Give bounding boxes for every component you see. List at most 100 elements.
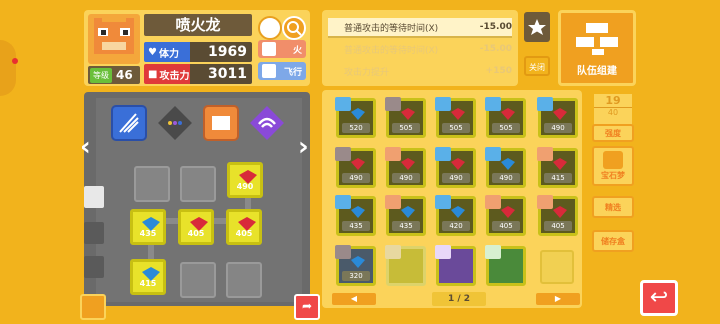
attack-gem-icon [451,108,465,120]
sparkle-icon[interactable] [258,16,282,40]
stone-item[interactable]: 505 [485,97,526,138]
storage-box-button[interactable]: 储存盒 [592,230,634,252]
pokemon-badge-icon [435,195,451,209]
hp-gem-icon [351,108,365,120]
stone-item[interactable]: 490 [385,147,426,188]
hp-gem-icon [401,206,415,218]
pokemon-badge-icon [385,97,401,111]
grid-slot-filled[interactable]: 405 [178,209,214,245]
stone-value: 435 [342,221,370,231]
back-button[interactable]: ↩ [640,280,678,316]
attack-gem-icon [501,206,515,218]
grid-slot-filled[interactable]: 405 [226,209,262,245]
favorite-star-button[interactable] [524,12,550,42]
stone-value: 490 [342,173,370,183]
type-fire-label: 火 [292,45,302,56]
stone-item[interactable]: 520 [335,97,376,138]
grid-slot-empty[interactable] [180,166,216,202]
prev-page-arrow-icon[interactable]: ‹ [80,132,91,162]
stone-item[interactable]: 405 [537,195,578,236]
stone-item[interactable]: 435 [385,195,426,236]
team-icon [576,23,618,55]
grid-slot-value: 435 [139,229,157,238]
attack-value: 3011 [190,64,252,84]
grid-slot-empty[interactable] [180,262,216,298]
fire-type-diamond[interactable] [202,104,240,146]
stone-item[interactable]: 490 [435,147,476,188]
attack-gem-icon [351,158,365,170]
stone-value: 405 [544,221,572,231]
stone-item-grass[interactable] [485,245,526,286]
grid-slot-filled[interactable]: 435 [130,209,166,245]
flying-type-diamond[interactable] [248,104,286,146]
grid-slot-value: 405 [235,229,253,238]
grid-slot-empty[interactable] [134,166,170,202]
page-prev-button[interactable]: ◀ [332,293,376,305]
grid-slot-filled[interactable]: 490 [227,162,263,198]
stone-item[interactable]: 405 [485,195,526,236]
auto-toggle-button[interactable]: 关闭 [524,56,550,76]
stone-item[interactable]: 490 [335,147,376,188]
ice-type-diamond[interactable] [110,104,148,146]
effect-row: 普通攻击的等待时间(X) -15.00 [328,40,512,58]
page-next-button[interactable]: ▶ [536,293,580,305]
capacity-counter: 19 40 [594,94,632,128]
stone-item[interactable]: 320 [335,245,376,286]
attack-stat: ■ 攻击力 3011 [144,64,252,84]
stone-item[interactable]: 490 [537,97,578,138]
pokemon-badge-icon [435,97,451,111]
attack-gem-icon [553,158,567,170]
side-tab-3[interactable] [84,256,104,278]
stone-value: 505 [392,123,420,133]
pokemon-badge-icon [537,147,553,161]
attack-label-box: ■ 攻击力 [144,64,190,84]
attack-label: 攻击力 [159,70,190,82]
stone-item[interactable]: 415 [537,147,578,188]
stone-item-empty[interactable] [540,250,574,284]
hp-gem-icon [351,256,365,268]
pokemon-badge-icon [485,147,501,161]
red-dot-indicator [12,58,18,64]
type-tag-fire: 火 [258,40,306,58]
effect-value: -15.00 [479,22,512,32]
next-page-arrow-icon[interactable]: › [298,132,309,162]
pokemon-portrait [88,14,140,64]
grid-slot-empty[interactable] [226,262,262,298]
pokemon-badge-icon [335,195,351,209]
dark-type-diamond[interactable] [156,104,194,146]
stone-item-flying[interactable] [435,245,476,286]
pokemon-badge-icon [537,97,553,111]
search-icon[interactable] [282,16,306,40]
share-icon[interactable]: ➦ [294,294,320,320]
level-label: 等级 [90,67,112,83]
strength-sort-button[interactable]: 强度 [592,124,634,142]
select-button[interactable]: 精选 [592,196,634,218]
side-tab-1[interactable] [84,186,104,208]
stone-item[interactable]: 505 [385,97,426,138]
stone-item[interactable]: 490 [485,147,526,188]
stone-value: 505 [492,123,520,133]
stone-value: 490 [442,173,470,183]
attack-gem-icon [501,108,515,120]
hp-stat: ♥ 体力 1969 [144,42,252,62]
grid-slot-value: 490 [236,182,254,191]
pokemon-name: 喷火龙 [144,14,252,36]
grid-slot-filled[interactable]: 415 [130,259,166,295]
stone-item[interactable]: 435 [335,195,376,236]
stone-value: 320 [342,271,370,281]
pokemon-badge-icon [335,97,351,111]
page-indicator: 1 / 2 [432,292,486,306]
stone-item[interactable]: 505 [435,97,476,138]
team-build-button[interactable]: 队伍组建 [558,10,636,86]
level-value: 46 [116,68,133,82]
stone-item-locked[interactable] [385,245,426,286]
level-badge: 等级 46 [88,66,140,84]
effect-label: 普通攻击的等待时间(X) [344,45,439,56]
pokemon-badge-icon [335,245,351,259]
side-tab-2[interactable] [84,222,104,244]
filter-icon[interactable] [80,294,106,320]
gem-dream-button[interactable]: 宝石梦 [592,146,634,186]
pokemon-badge-icon [335,147,351,161]
pokemon-badge-icon [385,245,401,259]
stone-item[interactable]: 420 [435,195,476,236]
